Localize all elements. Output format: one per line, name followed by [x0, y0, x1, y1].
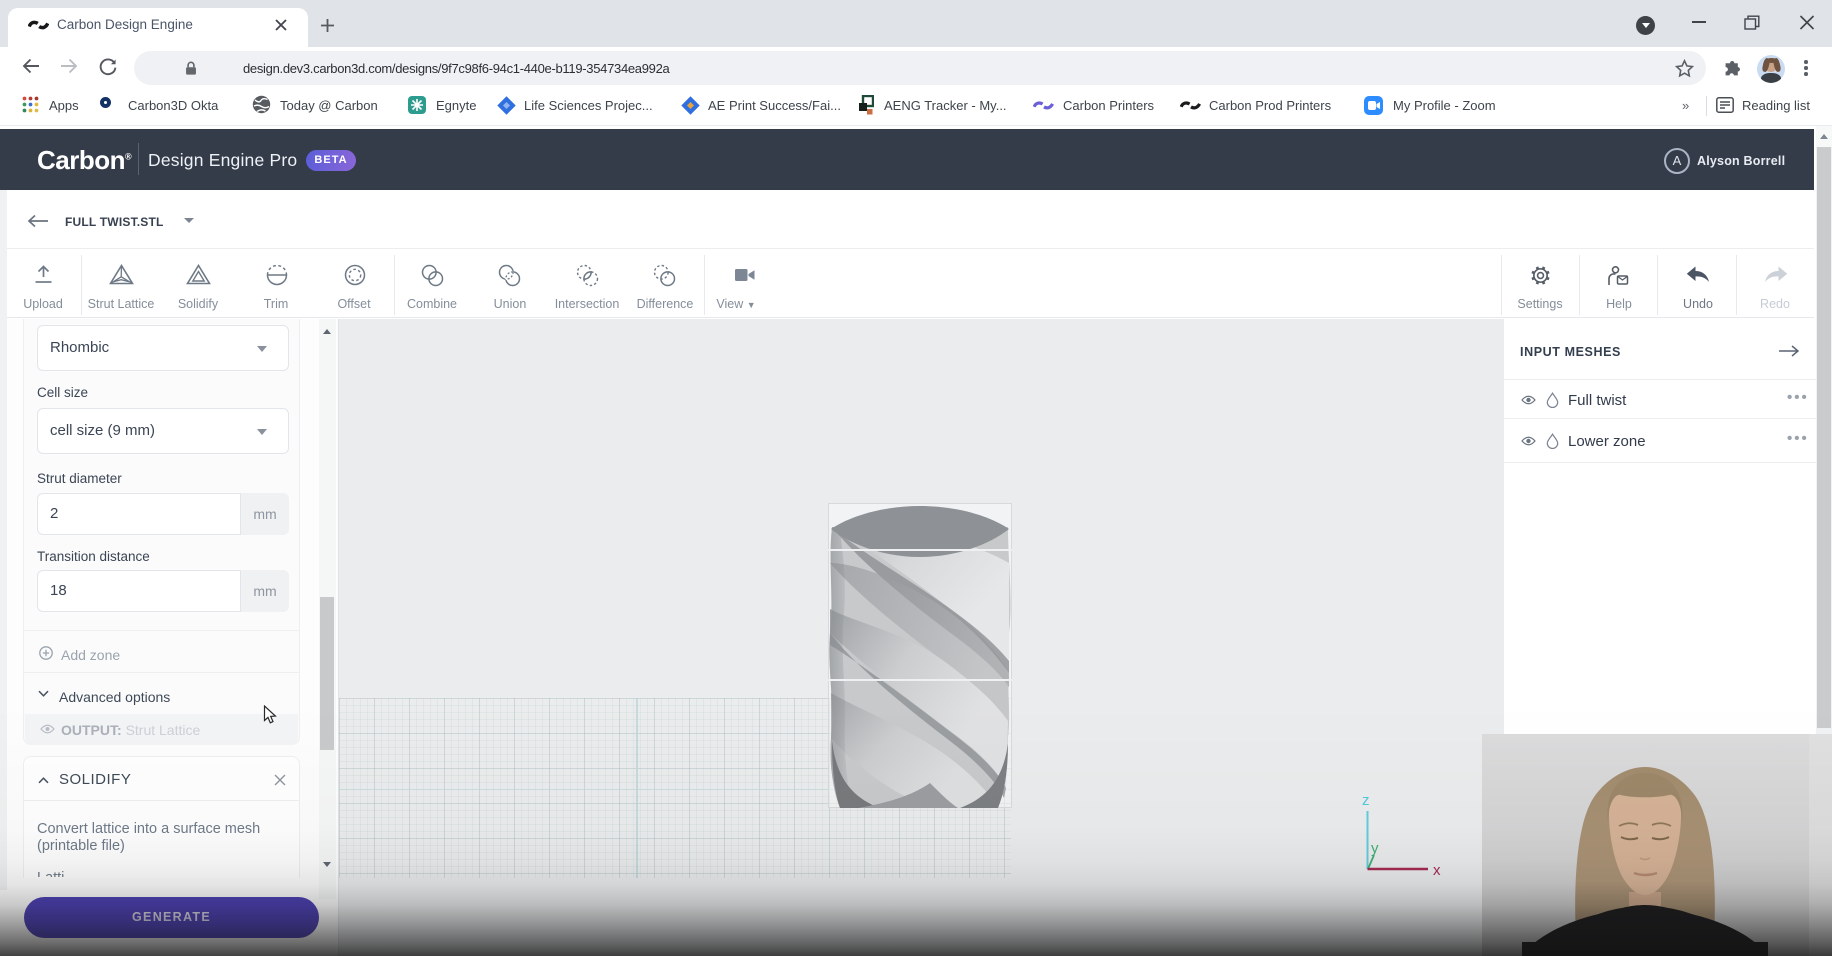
svg-text:z: z: [1362, 792, 1370, 809]
svg-text:y: y: [1371, 840, 1379, 857]
svg-text:x: x: [1433, 862, 1441, 879]
